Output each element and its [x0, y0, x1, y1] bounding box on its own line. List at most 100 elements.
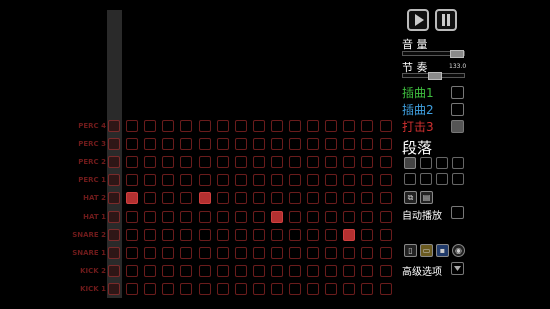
pattern-slot[interactable] — [420, 173, 432, 185]
step-cell[interactable] — [289, 192, 301, 205]
step-cell[interactable] — [216, 192, 229, 205]
open-folder-icon[interactable]: ▭ — [420, 244, 433, 257]
pattern-slot[interactable] — [452, 157, 464, 169]
step-cell[interactable] — [126, 138, 139, 151]
step-cell[interactable] — [270, 192, 283, 205]
step-cell[interactable] — [198, 228, 211, 241]
step-cell[interactable] — [180, 210, 193, 223]
step-cell[interactable] — [379, 174, 392, 187]
step-cell[interactable] — [325, 138, 338, 151]
step-cell[interactable] — [379, 264, 392, 277]
step-cell[interactable] — [234, 156, 247, 169]
step-cell[interactable] — [108, 174, 120, 187]
step-cell[interactable] — [126, 282, 139, 295]
step-cell[interactable] — [379, 192, 392, 205]
step-cell[interactable] — [379, 120, 392, 132]
step-cell[interactable] — [307, 264, 320, 277]
step-cell[interactable] — [162, 282, 175, 295]
step-cell[interactable] — [180, 156, 193, 169]
step-cell[interactable] — [162, 246, 175, 259]
step-cell[interactable] — [270, 174, 283, 187]
step-cell[interactable] — [307, 138, 320, 151]
step-cell[interactable] — [270, 210, 283, 223]
step-cell[interactable] — [234, 138, 247, 151]
step-cell[interactable] — [108, 120, 120, 132]
step-cell[interactable] — [343, 264, 356, 277]
step-cell[interactable] — [216, 246, 229, 259]
step-cell[interactable] — [361, 228, 374, 241]
step-cell[interactable] — [270, 138, 283, 151]
step-cell[interactable] — [270, 228, 283, 241]
step-cell[interactable] — [216, 174, 229, 187]
step-cell[interactable] — [144, 192, 157, 205]
step-cell[interactable] — [289, 174, 301, 187]
step-cell[interactable] — [289, 138, 301, 151]
step-cell[interactable] — [343, 156, 356, 169]
step-cell[interactable] — [144, 264, 157, 277]
step-cell[interactable] — [162, 120, 175, 132]
step-cell[interactable] — [234, 228, 247, 241]
step-cell[interactable] — [126, 264, 139, 277]
step-cell[interactable] — [307, 246, 320, 259]
step-cell[interactable] — [108, 282, 120, 295]
step-cell[interactable] — [379, 282, 392, 295]
step-cell[interactable] — [361, 210, 374, 223]
step-cell[interactable] — [325, 192, 338, 205]
step-cell[interactable] — [198, 156, 211, 169]
step-cell[interactable] — [144, 174, 157, 187]
step-cell[interactable] — [126, 228, 139, 241]
step-cell[interactable] — [252, 120, 265, 132]
step-cell[interactable] — [180, 120, 193, 132]
step-cell[interactable] — [216, 138, 229, 151]
pattern-slot[interactable] — [404, 157, 416, 169]
step-cell[interactable] — [234, 192, 247, 205]
step-cell[interactable] — [108, 246, 120, 259]
step-cell[interactable] — [307, 120, 320, 132]
step-cell[interactable] — [270, 156, 283, 169]
copy-icon[interactable]: ⧉ — [404, 191, 417, 204]
step-cell[interactable] — [307, 282, 320, 295]
save-icon[interactable]: ▪ — [436, 244, 449, 257]
step-cell[interactable] — [252, 282, 265, 295]
step-cell[interactable] — [343, 228, 356, 241]
autoplay-checkbox[interactable] — [451, 206, 464, 219]
step-cell[interactable] — [108, 138, 120, 151]
step-cell[interactable] — [180, 138, 193, 151]
step-cell[interactable] — [361, 246, 374, 259]
step-cell[interactable] — [325, 210, 338, 223]
step-cell[interactable] — [234, 210, 247, 223]
step-cell[interactable] — [307, 210, 320, 223]
step-cell[interactable] — [108, 192, 120, 205]
step-cell[interactable] — [108, 264, 120, 277]
pattern-slot[interactable] — [452, 173, 464, 185]
settings-icon[interactable]: ◉ — [452, 244, 465, 257]
step-cell[interactable] — [343, 210, 356, 223]
step-cell[interactable] — [252, 264, 265, 277]
step-cell[interactable] — [361, 192, 374, 205]
step-cell[interactable] — [289, 282, 301, 295]
step-cell[interactable] — [252, 138, 265, 151]
track-checkbox[interactable] — [451, 86, 464, 99]
step-cell[interactable] — [144, 138, 157, 151]
step-cell[interactable] — [198, 192, 211, 205]
tempo-slider-knob[interactable] — [427, 72, 442, 80]
volume-slider-knob[interactable] — [449, 50, 464, 58]
pattern-slot[interactable] — [436, 157, 448, 169]
step-cell[interactable] — [252, 246, 265, 259]
play-button[interactable] — [407, 9, 429, 31]
step-cell[interactable] — [234, 282, 247, 295]
step-cell[interactable] — [234, 120, 247, 132]
step-cell[interactable] — [126, 156, 139, 169]
pattern-slot[interactable] — [420, 157, 432, 169]
step-cell[interactable] — [162, 264, 175, 277]
step-cell[interactable] — [325, 228, 338, 241]
step-cell[interactable] — [270, 282, 283, 295]
step-cell[interactable] — [361, 120, 374, 132]
step-cell[interactable] — [234, 264, 247, 277]
step-cell[interactable] — [289, 264, 301, 277]
step-cell[interactable] — [379, 228, 392, 241]
pattern-slot[interactable] — [404, 173, 416, 185]
step-cell[interactable] — [343, 120, 356, 132]
step-cell[interactable] — [216, 210, 229, 223]
step-cell[interactable] — [379, 138, 392, 151]
